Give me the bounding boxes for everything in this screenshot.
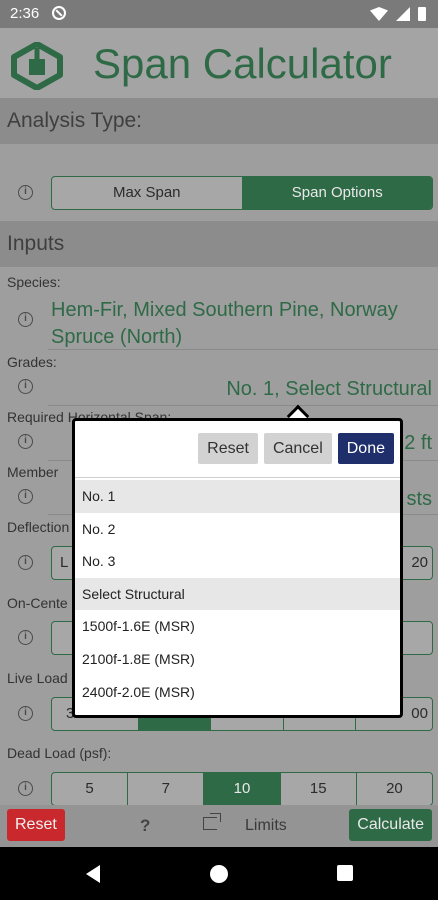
system-nav-bar bbox=[0, 847, 438, 900]
limits-button[interactable]: Limits bbox=[245, 817, 287, 835]
grade-option[interactable]: No. 3 bbox=[75, 545, 400, 578]
app-title: Span Calculator bbox=[93, 40, 392, 87]
grade-option[interactable]: 2400f-2.0E (MSR) bbox=[75, 676, 400, 709]
deadload-option-5[interactable]: 5 bbox=[52, 773, 129, 805]
deadload-option-15[interactable]: 15 bbox=[281, 773, 357, 805]
oncenter-label: On-Cente bbox=[7, 595, 68, 611]
info-icon[interactable]: i bbox=[18, 379, 33, 394]
calculate-button[interactable]: Calculate bbox=[349, 809, 432, 841]
popup-reset-button[interactable]: Reset bbox=[198, 433, 258, 464]
info-icon[interactable]: i bbox=[18, 489, 33, 504]
grades-value[interactable]: No. 1, Select Structural bbox=[226, 378, 432, 401]
divider bbox=[48, 405, 438, 406]
grade-option[interactable]: No. 1 bbox=[75, 480, 400, 513]
analysis-type-heading: Analysis Type: bbox=[0, 98, 438, 144]
popup-actions: Reset Cancel Done bbox=[198, 433, 394, 464]
info-icon[interactable]: i bbox=[18, 185, 33, 200]
grade-option[interactable]: Select Structural bbox=[75, 577, 400, 611]
species-label: Species: bbox=[7, 274, 61, 290]
status-bar: 2:36 bbox=[0, 0, 438, 28]
info-icon[interactable]: i bbox=[18, 312, 33, 327]
status-time: 2:36 bbox=[10, 5, 40, 22]
signal-icon bbox=[396, 7, 410, 21]
inputs-heading: Inputs bbox=[0, 221, 438, 267]
home-icon[interactable] bbox=[210, 865, 228, 883]
info-icon[interactable]: i bbox=[18, 630, 33, 645]
member-value[interactable]: sts bbox=[406, 488, 432, 511]
member-label: Member bbox=[7, 464, 59, 480]
back-icon[interactable] bbox=[86, 865, 100, 883]
divider bbox=[75, 477, 400, 478]
export-icon[interactable] bbox=[203, 817, 217, 830]
info-icon[interactable]: i bbox=[18, 555, 33, 570]
help-icon[interactable]: ? bbox=[140, 816, 150, 836]
battery-icon bbox=[418, 7, 426, 21]
status-icons bbox=[370, 6, 426, 22]
deadload-option-10[interactable]: 10 bbox=[204, 773, 281, 805]
grade-option[interactable]: 1500f-1.6E (MSR) bbox=[75, 610, 400, 643]
reset-button[interactable]: Reset bbox=[7, 809, 65, 841]
liveload-label: Live Load bbox=[7, 670, 68, 686]
popup-cancel-button[interactable]: Cancel bbox=[263, 433, 332, 464]
info-icon[interactable]: i bbox=[18, 706, 33, 721]
grades-label: Grades: bbox=[7, 354, 57, 370]
divider bbox=[48, 349, 438, 350]
grade-option-list: No. 1 No. 2 No. 3 Select Structural 1500… bbox=[75, 480, 400, 708]
recent-apps-icon[interactable] bbox=[337, 865, 353, 881]
deflection-label: Deflection bbox=[7, 519, 70, 535]
popup-done-button[interactable]: Done bbox=[337, 433, 394, 464]
analysis-option-max-span[interactable]: Max Span bbox=[52, 177, 243, 209]
deadload-option-20[interactable]: 20 bbox=[357, 773, 432, 805]
info-icon[interactable]: i bbox=[18, 781, 33, 796]
analysis-option-span-options[interactable]: Span Options bbox=[242, 177, 432, 209]
wifi-icon bbox=[370, 7, 388, 21]
grade-option[interactable]: No. 2 bbox=[75, 513, 400, 546]
app-logo-icon bbox=[11, 42, 63, 90]
app-header: Span Calculator bbox=[0, 28, 438, 98]
deadload-label: Dead Load (psf): bbox=[7, 745, 112, 761]
analysis-type-selector: Max Span Span Options bbox=[51, 176, 433, 210]
deadload-selector: 5 7 10 15 20 bbox=[51, 772, 433, 806]
grade-option[interactable]: 2100f-1.8E (MSR) bbox=[75, 643, 400, 676]
deadload-option-7[interactable]: 7 bbox=[128, 773, 205, 805]
grades-picker-popup: Reset Cancel Done No. 1 No. 2 No. 3 Sele… bbox=[72, 418, 403, 718]
do-not-disturb-icon bbox=[52, 6, 66, 20]
span-value[interactable]: 2 ft bbox=[404, 432, 432, 455]
info-icon[interactable]: i bbox=[18, 434, 33, 449]
species-value[interactable]: Hem-Fir, Mixed Southern Pine, Norway Spr… bbox=[51, 297, 436, 351]
bottom-toolbar: Reset ? Limits Calculate bbox=[0, 805, 438, 847]
